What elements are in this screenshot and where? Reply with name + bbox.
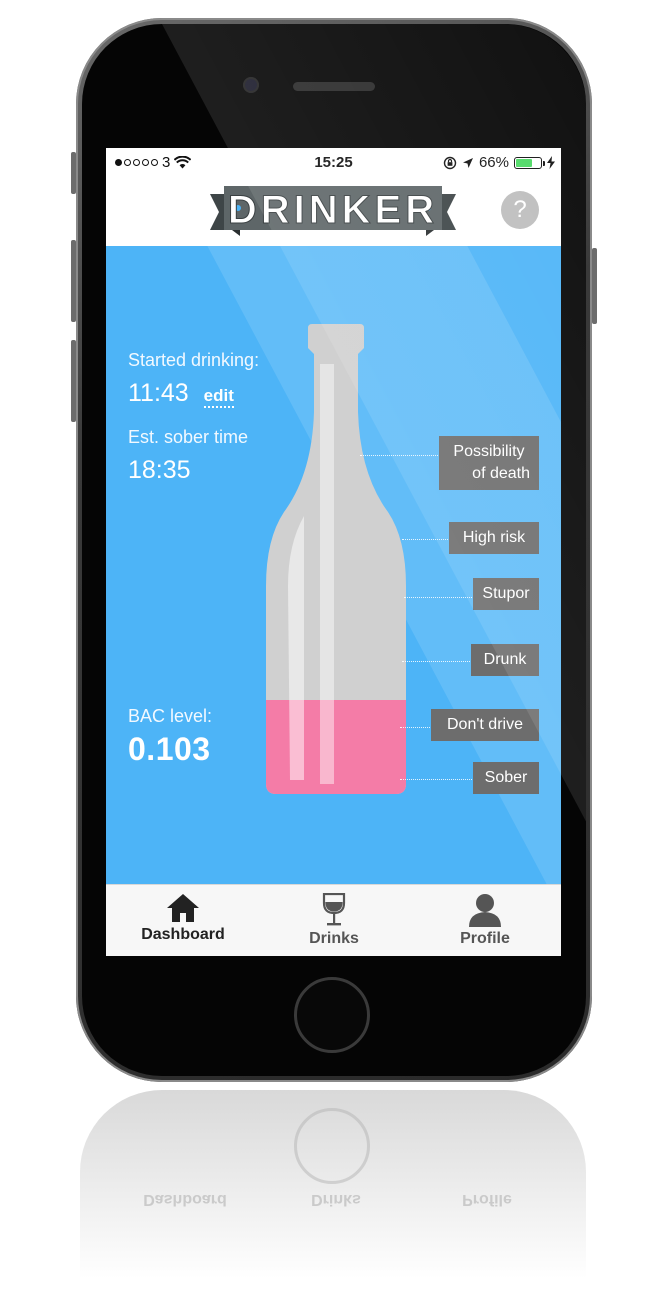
- sober-time-block: Est. sober time 18:35: [128, 427, 248, 485]
- rotation-lock-icon: [443, 156, 457, 169]
- started-drinking-block: Started drinking: 11:43 edit: [128, 350, 259, 408]
- level-tag-possibility-of-death: Possibility of death: [439, 436, 539, 490]
- level-tag-sober: Sober: [473, 762, 539, 794]
- location-arrow-icon: [462, 157, 473, 168]
- sober-time-value: 18:35: [128, 456, 191, 484]
- bac-bottle-gauge: [266, 324, 406, 794]
- reflection-label-dashboard: Dashboard: [143, 1191, 227, 1208]
- dashboard-panel: Started drinking: 11:43 edit Est. sober …: [106, 246, 561, 884]
- reflection-label-drinks: Drinks: [311, 1191, 361, 1208]
- home-icon: [167, 894, 199, 922]
- battery-icon: [514, 156, 545, 169]
- started-drinking-label: Started drinking:: [128, 350, 260, 370]
- level-tag-line: Possibility: [453, 443, 525, 460]
- tab-profile-label: Profile: [460, 930, 510, 947]
- level-tag-line: of death: [472, 465, 530, 482]
- level-line-high-risk: [402, 539, 448, 540]
- level-line-drunk: [402, 661, 470, 662]
- app-header: DRINKER ?: [106, 178, 561, 246]
- wine-glass-icon: [322, 893, 346, 926]
- tab-dashboard-label: Dashboard: [141, 926, 225, 943]
- level-tag-stupor: Stupor: [473, 578, 539, 610]
- power-button: [592, 248, 597, 324]
- level-tag-dont-drive: Don't drive: [431, 709, 539, 741]
- tab-drinks[interactable]: Drinks: [259, 885, 409, 956]
- home-button[interactable]: [294, 977, 370, 1053]
- battery-percent: 66%: [478, 154, 509, 171]
- bac-label: BAC level:: [128, 706, 213, 726]
- app-logo: DRINKER: [210, 186, 456, 236]
- level-line-dont-drive: [400, 727, 430, 728]
- charging-bolt-icon: [547, 156, 555, 169]
- started-drinking-time: 11:43: [128, 379, 189, 407]
- edit-start-time-link[interactable]: edit: [203, 386, 234, 408]
- help-button[interactable]: ?: [501, 191, 539, 229]
- earpiece-speaker: [293, 82, 375, 91]
- tab-bar: Dashboard Drinks Profile: [106, 884, 561, 956]
- svg-text:DRINKER: DRINKER: [228, 188, 438, 232]
- level-tag-drunk: Drunk: [471, 644, 539, 676]
- person-icon: [469, 894, 501, 927]
- bac-value: 0.103: [128, 731, 211, 767]
- level-line-possibility-of-death: [360, 455, 438, 456]
- level-line-sober: [400, 779, 472, 780]
- tab-drinks-label: Drinks: [309, 930, 359, 947]
- bac-block: BAC level: 0.103: [128, 706, 212, 768]
- sober-time-label: Est. sober time: [128, 427, 249, 447]
- phone-reflection: Dashboard Drinks Profile: [80, 1090, 586, 1300]
- tab-profile[interactable]: Profile: [410, 885, 560, 956]
- status-bar: 3 15:25 66%: [106, 148, 561, 178]
- level-tag-high-risk: High risk: [449, 522, 539, 554]
- front-camera: [243, 77, 259, 93]
- tab-dashboard[interactable]: Dashboard: [108, 885, 258, 956]
- level-line-stupor: [404, 597, 472, 598]
- app-screen: 3 15:25 66% DRINKER ? Started drinking: …: [106, 148, 561, 956]
- reflection-label-profile: Profile: [462, 1191, 512, 1208]
